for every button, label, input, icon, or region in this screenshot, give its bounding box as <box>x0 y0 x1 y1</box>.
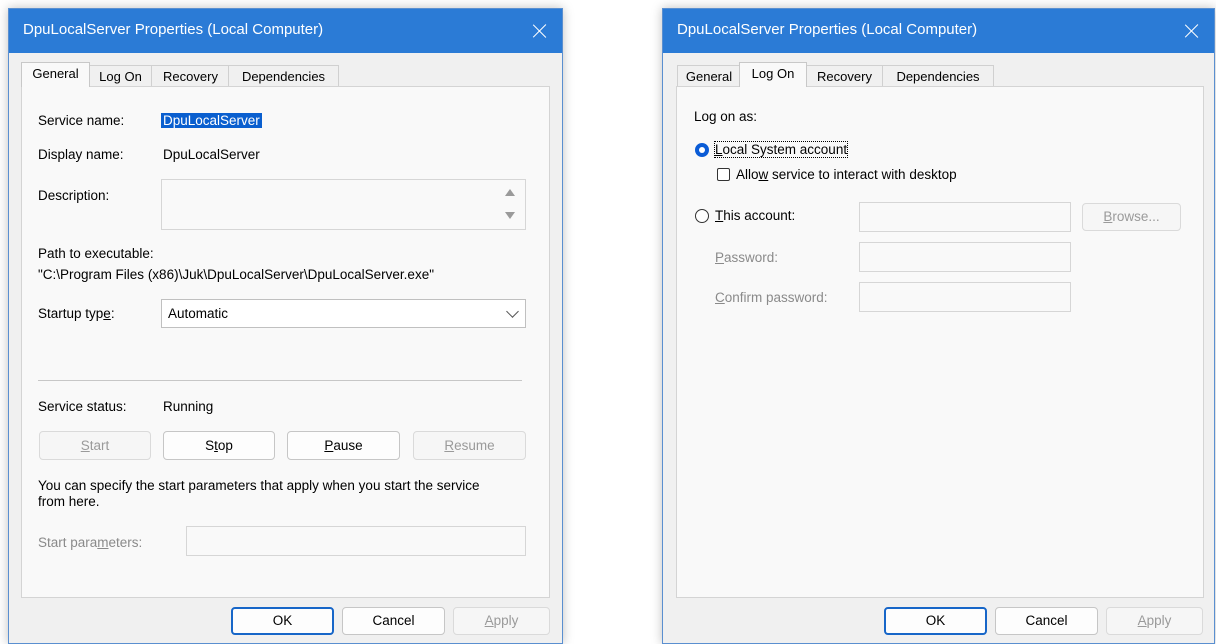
tab-label: Log On <box>99 69 142 84</box>
cancel-button[interactable]: Cancel <box>995 607 1098 635</box>
start-button[interactable]: Start <box>39 431 151 460</box>
service-name-value[interactable]: DpuLocalServer <box>161 113 262 128</box>
apply-button[interactable]: Apply <box>1106 607 1203 635</box>
tab-recovery[interactable]: Recovery <box>805 65 884 87</box>
startup-type-label: Startup type: <box>38 306 115 321</box>
this-account-label[interactable]: This account: <box>715 208 795 223</box>
account-input[interactable] <box>859 202 1071 232</box>
tab-log-on[interactable]: Log On <box>88 65 153 87</box>
ok-button[interactable]: OK <box>231 607 334 635</box>
service-status-label: Service status: <box>38 399 127 414</box>
log-on-as-label: Log on as: <box>694 109 758 124</box>
path-value[interactable]: "C:\Program Files (x86)\Juk\DpuLocalServ… <box>38 267 434 282</box>
password-label: Password: <box>715 250 779 265</box>
ok-label: OK <box>272 613 293 628</box>
properties-dialog-general: DpuLocalServer Properties (Local Compute… <box>8 8 563 644</box>
tab-general[interactable]: General <box>21 62 90 87</box>
service-name-label: Service name: <box>38 113 125 128</box>
allow-interact-checkbox[interactable] <box>717 168 730 181</box>
local-system-label[interactable]: Local System account <box>713 141 849 158</box>
this-account-radio[interactable] <box>695 209 709 223</box>
allow-interact-label[interactable]: Allow service to interact with desktop <box>736 167 957 182</box>
start-params-input[interactable] <box>186 526 526 556</box>
service-status-value: Running <box>163 399 214 414</box>
tab-panel-log-on: Log on as: Local System account Allow se… <box>676 86 1204 598</box>
tab-label: Dependencies <box>896 69 980 84</box>
description-field[interactable] <box>161 179 526 230</box>
ok-button[interactable]: OK <box>884 607 987 635</box>
close-button[interactable] <box>1168 9 1214 53</box>
startup-type-value: Automatic <box>168 306 229 321</box>
hint-line: You can specify the start parameters tha… <box>38 478 480 493</box>
resume-button[interactable]: Resume <box>413 431 526 460</box>
start-params-label: Start parameters: <box>38 535 143 550</box>
display-name-label: Display name: <box>38 147 124 162</box>
ok-label: OK <box>925 613 946 628</box>
cancel-label: Cancel <box>372 613 415 628</box>
scroll-down-icon[interactable] <box>505 212 515 219</box>
local-system-radio[interactable] <box>695 143 709 157</box>
apply-button[interactable]: Apply <box>453 607 550 635</box>
tab-dependencies[interactable]: Dependencies <box>882 65 994 87</box>
tab-label: General <box>685 69 733 84</box>
title-bar[interactable]: DpuLocalServer Properties (Local Compute… <box>663 9 1214 53</box>
startup-type-select[interactable]: Automatic <box>161 299 526 328</box>
start-params-hint: You can specify the start parameters tha… <box>38 478 480 510</box>
divider <box>38 380 522 381</box>
service-name-selected-text: DpuLocalServer <box>161 113 262 128</box>
browse-button[interactable]: Browse... <box>1082 203 1181 231</box>
dialog-title: DpuLocalServer Properties (Local Compute… <box>23 21 324 38</box>
tab-general[interactable]: General <box>677 65 741 87</box>
chevron-down-icon <box>506 305 519 318</box>
dialog-title: DpuLocalServer Properties (Local Compute… <box>677 21 978 38</box>
cancel-label: Cancel <box>1025 613 1068 628</box>
close-button[interactable] <box>516 9 562 53</box>
pause-button[interactable]: Pause <box>287 431 400 460</box>
tab-label: Recovery <box>163 69 218 84</box>
path-label: Path to executable: <box>38 246 154 261</box>
confirm-password-label: Confirm password: <box>715 290 828 305</box>
tab-panel-general: Service name: DpuLocalServer Display nam… <box>21 86 550 598</box>
tab-recovery[interactable]: Recovery <box>151 65 230 87</box>
tab-label: Log On <box>751 66 795 81</box>
display-name-value[interactable]: DpuLocalServer <box>163 147 260 162</box>
tab-label: Recovery <box>817 69 872 84</box>
tab-dependencies[interactable]: Dependencies <box>228 65 339 87</box>
tab-log-on[interactable]: Log On <box>739 62 807 87</box>
description-label: Description: <box>38 188 110 203</box>
password-input[interactable] <box>859 242 1071 272</box>
cancel-button[interactable]: Cancel <box>342 607 445 635</box>
scroll-up-icon[interactable] <box>505 189 515 196</box>
properties-dialog-log-on: DpuLocalServer Properties (Local Compute… <box>662 8 1215 644</box>
stop-button[interactable]: Stop <box>163 431 275 460</box>
hint-line: from here. <box>38 494 100 509</box>
tab-label: General <box>32 66 79 81</box>
tab-label: Dependencies <box>241 69 326 84</box>
title-bar[interactable]: DpuLocalServer Properties (Local Compute… <box>9 9 562 53</box>
confirm-password-input[interactable] <box>859 282 1071 312</box>
